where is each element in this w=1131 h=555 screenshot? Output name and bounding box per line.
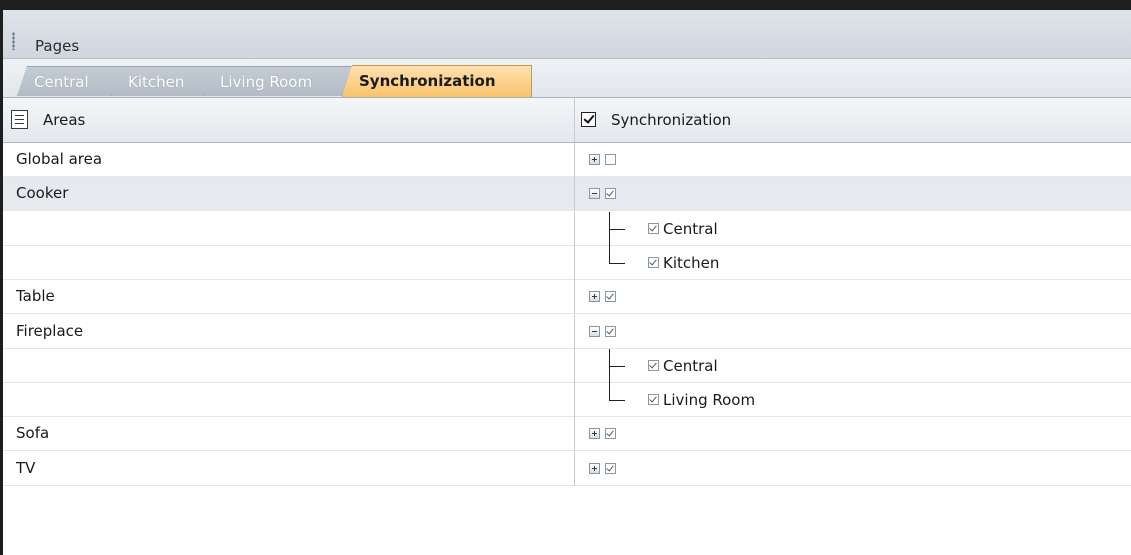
area-name: Sofa (16, 424, 50, 443)
tab-label: Central (34, 73, 89, 91)
select-all-checkbox[interactable] (581, 112, 596, 127)
tab-label: Synchronization (359, 72, 496, 90)
page-name: Central (663, 219, 718, 238)
area-name: Cooker (16, 184, 69, 203)
tree-connector-line (609, 245, 610, 263)
page-name: Living Room (663, 391, 756, 410)
panel-title: Pages (35, 37, 80, 55)
grid-header: Areas Synchronization (3, 98, 1131, 143)
column-header-label: Synchronization (611, 111, 732, 129)
column-divider (574, 245, 575, 280)
area-name: Fireplace (16, 321, 84, 340)
tab-label: Living Room (220, 73, 313, 91)
tree-connector-line (609, 383, 610, 401)
page-sync-checkbox[interactable] (648, 359, 659, 371)
column-divider (574, 451, 575, 486)
expand-icon[interactable] (589, 428, 600, 440)
tree-connector-branch (609, 262, 625, 264)
tree-connector-branch (609, 228, 625, 230)
column-divider (574, 280, 575, 315)
tab-strip: Central Kitchen Living Room Synchronizat… (3, 59, 1131, 98)
area-row[interactable]: Table (3, 280, 1131, 315)
sync-checkbox[interactable] (605, 325, 616, 337)
expand-icon[interactable] (589, 462, 600, 474)
drag-grip-icon[interactable] (12, 32, 15, 50)
area-name: Global area (16, 150, 103, 168)
column-divider (574, 314, 575, 349)
area-row[interactable]: TV (3, 451, 1131, 486)
column-header-label: Areas (43, 111, 86, 129)
tab-central[interactable]: Central (17, 66, 123, 96)
sync-checkbox[interactable] (605, 291, 616, 303)
page-sync-checkbox[interactable] (648, 394, 659, 406)
area-child-row[interactable]: Kitchen (3, 245, 1131, 280)
tab-living-room[interactable]: Living Room (203, 66, 353, 96)
sync-checkbox[interactable] (605, 428, 616, 440)
window-top-border (0, 0, 1131, 10)
page-sync-checkbox[interactable] (648, 256, 659, 268)
area-child-row[interactable]: Central (3, 348, 1131, 383)
page-name: Central (663, 356, 718, 375)
area-row[interactable]: Cooker (3, 177, 1131, 212)
tab-synchronization[interactable]: Synchronization (342, 65, 532, 97)
list-document-icon (11, 110, 28, 129)
column-divider (574, 348, 575, 383)
area-row[interactable]: Sofa (3, 417, 1131, 452)
collapse-icon[interactable] (589, 325, 600, 337)
expand-icon[interactable] (589, 154, 600, 165)
sync-checkbox[interactable] (605, 462, 616, 474)
sync-checkbox[interactable] (605, 154, 616, 165)
column-divider (574, 383, 575, 418)
column-divider (574, 177, 575, 212)
tab-kitchen[interactable]: Kitchen (111, 66, 215, 96)
page-sync-checkbox[interactable] (648, 222, 659, 234)
area-row[interactable]: Fireplace (3, 314, 1131, 349)
panel-header: Pages (3, 10, 1131, 59)
expand-icon[interactable] (589, 291, 600, 303)
area-row[interactable]: Global area (3, 143, 1131, 177)
area-child-row[interactable]: Living Room (3, 383, 1131, 418)
area-child-row[interactable]: Central (3, 211, 1131, 246)
area-name: Table (16, 287, 55, 306)
page-name: Kitchen (663, 253, 720, 272)
column-divider (574, 417, 575, 452)
sync-checkbox[interactable] (605, 188, 616, 200)
column-divider (574, 211, 575, 246)
pages-window: Pages Central Kitchen Living Room Synchr… (0, 0, 1131, 555)
collapse-icon[interactable] (589, 188, 600, 200)
area-name: TV (16, 458, 36, 477)
tree-connector-branch (609, 365, 625, 367)
tree-connector-branch (609, 400, 625, 402)
column-divider[interactable] (574, 98, 575, 142)
tab-label: Kitchen (128, 73, 185, 91)
column-divider (574, 143, 575, 177)
